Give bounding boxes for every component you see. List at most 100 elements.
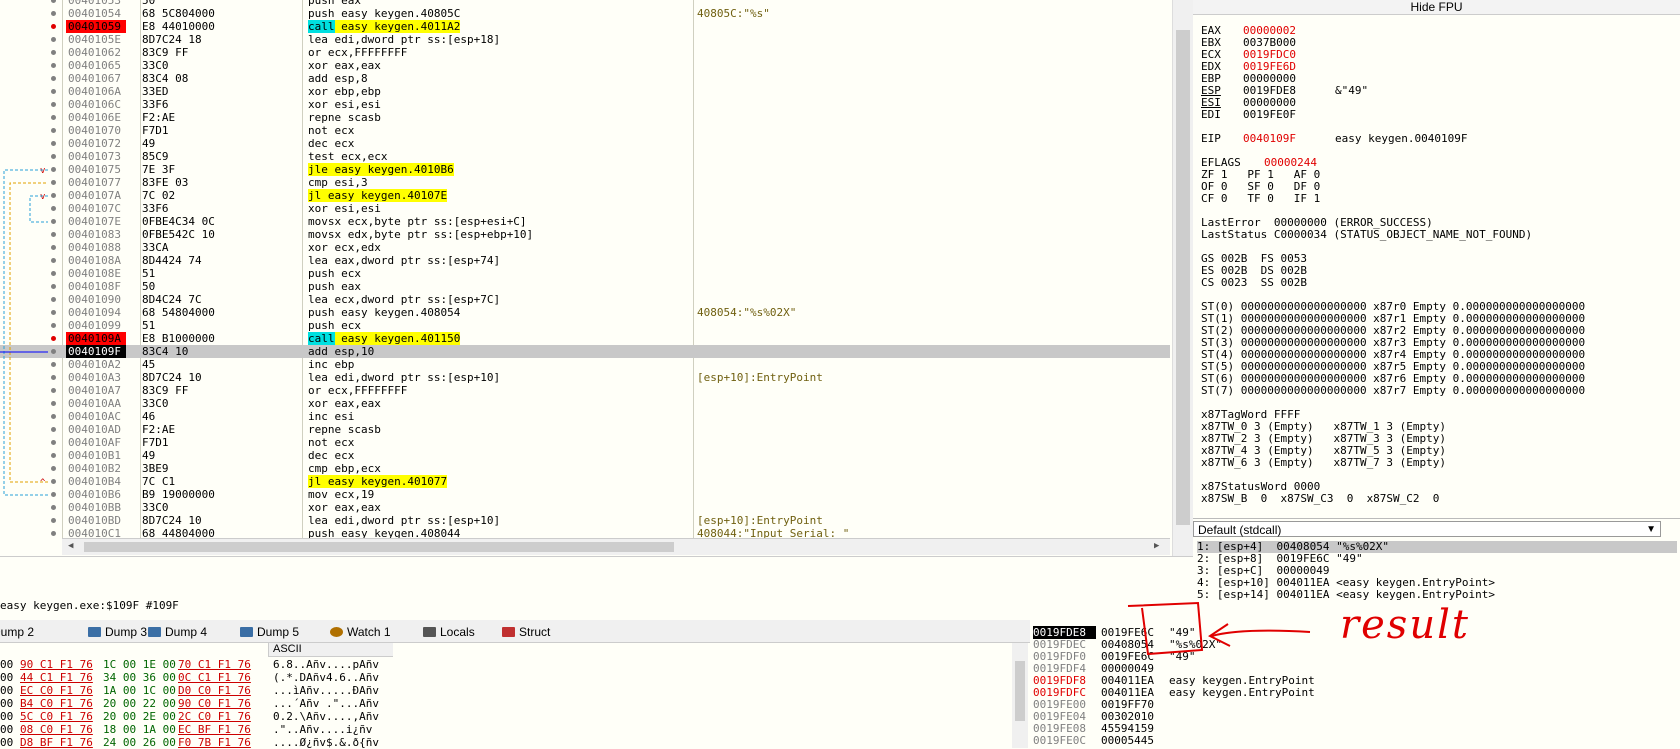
disasm-row[interactable]: 00401083 0FBE542C 10 movsx edx,byte ptr ss… [0,228,1170,241]
disasm-row[interactable]: v 00401075 7E 3F jle easy keygen.4010B6 [0,163,1170,176]
dump-row[interactable]: 00 08 C0 F1 76 18 00 1A 00 EC BF F1 76 ."..A… [0,723,400,736]
disasm-row[interactable]: 0040107E 0FBE4C34 0C movsx ecx,byte ptr ss… [0,215,1170,228]
disasm-row[interactable]: 004010A3 8D7C24 10 lea edi,dword ptr ss:[e… [0,371,1170,384]
tab-dump-2[interactable]: Dump 2 [0,623,34,641]
stack-view[interactable]: 0019FDE8 0019FE6C "49" 0019FDEC 00408054 "%s%… [1030,618,1680,748]
instruction-cell: xor eax,eax [308,59,381,72]
fpu-tag-row[interactable]: x87TW_6 3 (Empty) x87TW_7 3 (Empty) [1201,457,1446,469]
dump-row[interactable]: 00 B4 C0 F1 76 20 00 22 00 90 C0 F1 76 ...´A… [0,697,400,710]
hex-bytes: 90 C0 F1 76 [178,697,251,710]
hex-bytes: 00 [0,723,14,736]
disasm-row[interactable]: 0040106E F2:AE repne scasb [0,111,1170,124]
disasm-row[interactable]: 00401090 8D4C24 7C lea ecx,dword ptr ss:[e… [0,293,1170,306]
bytes-cell: 83C9 FF [142,384,189,397]
disasm-row[interactable]: 00401067 83C4 08 add esp,8 [0,72,1170,85]
address-cell: 00401073 [68,150,121,163]
bytes-cell: 33C0 [142,59,169,72]
flags-row[interactable]: CF 0 TF 0 IF 1 [1201,193,1320,205]
call-argument[interactable]: 5: [esp+14] 004011EA <easy keygen.EntryP… [1197,589,1495,601]
dump-row[interactable]: 00 90 C1 F1 76 1C 00 1E 00 70 C1 F1 76 6.8..… [0,658,400,671]
disasm-row[interactable]: 00401073 85C9 test ecx,ecx [0,150,1170,163]
register-value[interactable]: 0040109F [1243,133,1335,145]
tab-label: Struct [519,625,551,639]
register-value[interactable]: 0019FE0F [1243,109,1335,121]
tab-watch-1[interactable]: Watch 1 [330,623,391,641]
fpu-status-row[interactable]: x87SW_B 0 x87SW_C3 0 x87SW_C2 0 [1201,493,1439,505]
disasm-row[interactable]: 004010AF F7D1 not ecx [0,436,1170,449]
dump-vscrollbar[interactable] [1012,643,1028,748]
instruction-cell: push eax [308,280,361,293]
disasm-row[interactable]: 00401070 F7D1 not ecx [0,124,1170,137]
mnemonic: add [308,72,328,85]
disasm-row[interactable]: 004010B1 49 dec ecx [0,449,1170,462]
ascii-column-header[interactable]: ASCII [268,643,393,657]
mnemonic: xor [308,59,328,72]
arrow-right-icon[interactable]: ▶ [1154,541,1159,551]
disasm-row[interactable]: 00401059 E8 44010000 call easy keygen.4011… [0,20,1170,33]
operands: ecx,19 [327,488,375,501]
mnemonic: push [308,267,335,280]
disasm-row[interactable]: 0040109A E8 B1000000 call easy keygen.4011… [0,332,1170,345]
disasm-row[interactable]: 0040106C 33F6 xor esi,esi [0,98,1170,111]
tab-dump-4[interactable]: Dump 4 [148,623,207,641]
operands: edi,dword ptr ss:[esp+10] [327,514,501,527]
disasm-row[interactable]: 0040106A 33ED xor ebp,ebp [0,85,1170,98]
disasm-row[interactable]: 0040108F 50 push eax [0,280,1170,293]
disasm-row[interactable]: 004010A7 83C9 FF or ecx,FFFFFFFF [0,384,1170,397]
eip-row[interactable]: EIP 0040109F easy keygen.0040109F [1201,133,1467,145]
disasm-row[interactable]: 00401053 50 push eax [0,0,1170,7]
disasm-row[interactable]: 00401094 68 54804000 push easy keygen.4080… [0,306,1170,319]
disasm-row[interactable]: 00401054 68 5C804000 push easy keygen.4080… [0,7,1170,20]
stack-row[interactable]: 0019FE0C 00005445 [1033,734,1673,747]
disasm-row[interactable]: 004010AC 46 inc esi [0,410,1170,423]
mnemonic: test [308,150,335,163]
disasm-row[interactable]: 00401065 33C0 xor eax,eax [0,59,1170,72]
arrow-left-icon[interactable]: ◀ [68,541,73,551]
disasm-row[interactable]: 00401062 83C9 FF or ecx,FFFFFFFF [0,46,1170,59]
disasm-row[interactable]: v 0040107A 7C 02 jl easy keygen.40107E [0,189,1170,202]
disasm-row[interactable]: 0040105E 8D7C24 18 lea edi,dword ptr ss:[e… [0,33,1170,46]
disasm-row[interactable]: 004010B6 B9 19000000 mov ecx,19 [0,488,1170,501]
address-cell: 004010A2 [68,358,121,371]
hide-fpu-button[interactable]: Hide FPU [1193,0,1680,15]
register-row[interactable]: EDI 0019FE0F [1201,109,1335,121]
disasm-row[interactable]: 00401088 33CA xor ecx,edx [0,241,1170,254]
scroll-thumb[interactable] [1015,661,1025,721]
dump-row[interactable]: 00 EC C0 F1 76 1A 00 1C 00 D0 C0 F1 76 ...ìA… [0,684,400,697]
disassembly-vscrollbar[interactable] [1172,0,1193,556]
register-name: EDI [1201,108,1221,121]
disasm-row[interactable]: 0040109F 83C4 10 add esp,10 [0,345,1170,358]
disasm-row[interactable]: 004010BB 33C0 xor eax,eax [0,501,1170,514]
disasm-row[interactable]: 004010A2 45 inc ebp [0,358,1170,371]
instruction-cell: movsx ecx,byte ptr ss:[esp+esi+C] [308,215,527,228]
scroll-thumb[interactable] [1176,30,1190,525]
calling-convention-select[interactable]: Default (stdcall) ▼ [1193,521,1661,537]
instruction-cell: call easy keygen.401150 [308,332,461,345]
tab-struct[interactable]: Struct [502,623,550,641]
disasm-row[interactable]: 004010AA 33C0 xor eax,eax [0,397,1170,410]
dump-row[interactable]: 00 D8 BF F1 76 24 00 26 00 F0 7B F1 76 ....Ø… [0,736,400,749]
disassembly-view[interactable]: 00401053 50 push eax 00401054 68 5C804000 pus… [0,0,1170,556]
disasm-row[interactable]: 0040108A 8D4424 74 lea eax,dword ptr ss:[e… [0,254,1170,267]
disasm-row[interactable]: 004010B2 3BE9 cmp ebp,ecx [0,462,1170,475]
dump-row[interactable]: 00 5C C0 F1 76 20 00 2E 00 2C C0 F1 76 0.2.\… [0,710,400,723]
disasm-row[interactable]: 004010AD F2:AE repne scasb [0,423,1170,436]
disasm-row[interactable]: 00401072 49 dec ecx [0,137,1170,150]
operands: edx,byte ptr ss:[esp+ebp+10] [341,228,534,241]
tab-locals[interactable]: Locals [423,623,475,641]
tab-dump-3[interactable]: Dump 3 [88,623,147,641]
disasm-row[interactable]: 00401099 51 push ecx [0,319,1170,332]
disasm-row[interactable]: 00401077 83FE 03 cmp esi,3 [0,176,1170,189]
scroll-thumb[interactable] [84,542,674,552]
dump-view[interactable]: ASCII 00 90 C1 F1 76 1C 00 1E 00 70 C1 F1 7… [0,643,1030,749]
dump-row[interactable]: 00 44 C1 F1 76 34 00 36 00 0C C1 F1 76 (.*.D… [0,671,400,684]
disasm-row[interactable]: 0040107C 33F6 xor esi,esi [0,202,1170,215]
fpu-st-row[interactable]: ST(7) 0000000000000000000 x87r7 Empty 0.… [1201,385,1585,397]
disassembly-hscrollbar[interactable]: ◀ ▶ [62,538,1170,555]
segment-row[interactable]: CS 0023 SS 002B [1201,277,1307,289]
disasm-row[interactable]: 004010BD 8D7C24 10 lea edi,dword ptr ss:[e… [0,514,1170,527]
disasm-row[interactable]: ^ 004010B4 7C C1 jl easy keygen.401077 [0,475,1170,488]
tab-dump-5[interactable]: Dump 5 [240,623,299,641]
instruction-cell: call easy keygen.4011A2 [308,20,461,33]
disasm-row[interactable]: 0040108E 51 push ecx [0,267,1170,280]
